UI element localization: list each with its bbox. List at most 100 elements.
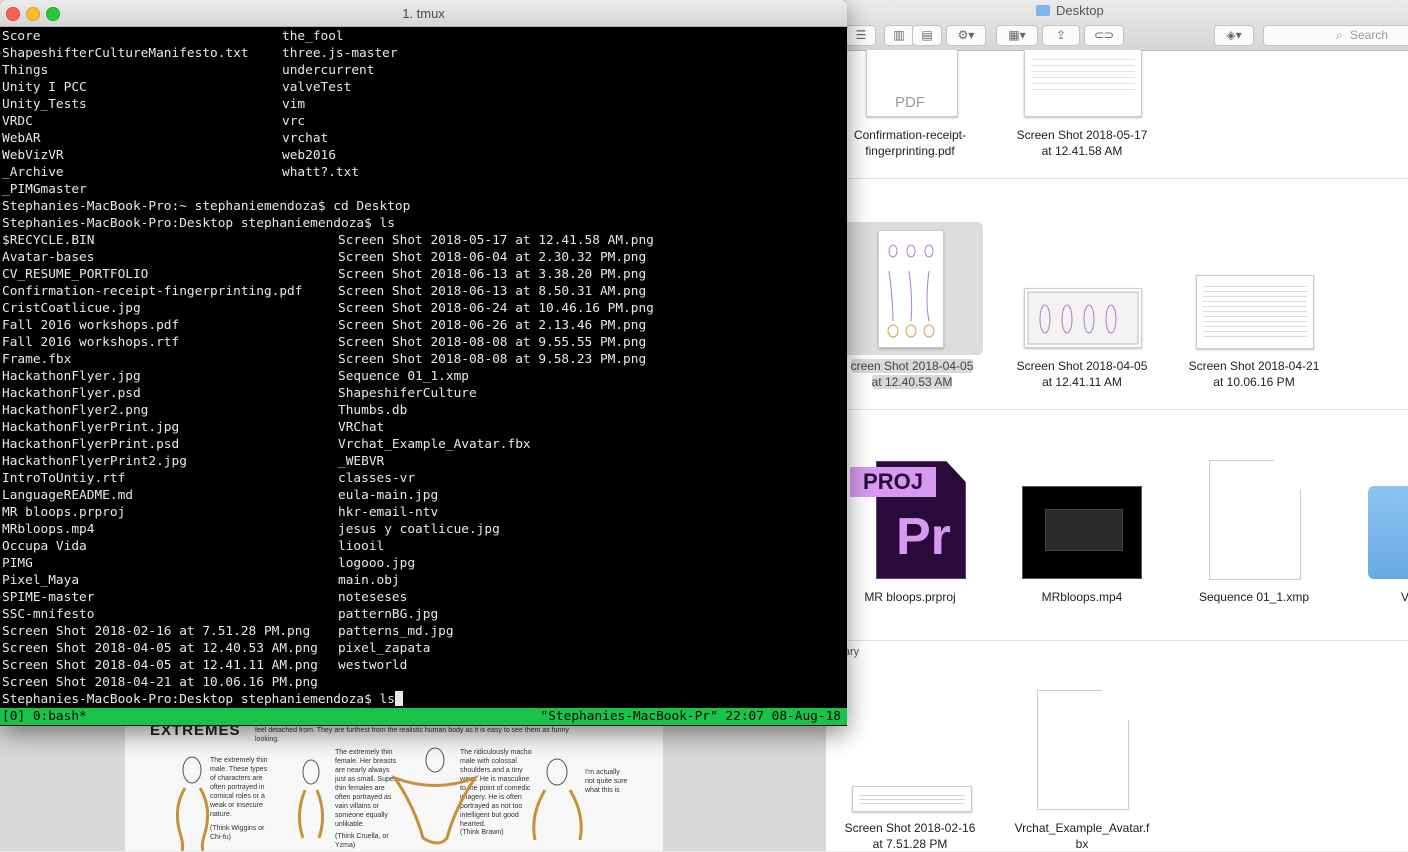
folder-icon <box>1036 5 1050 16</box>
listing-entry: Screen Shot 2018-06-24 at 10.46.16 PM.pn… <box>338 301 654 316</box>
tag-button[interactable]: ⊂⊃ <box>1084 25 1124 46</box>
video-thumbnail[interactable] <box>1022 486 1142 579</box>
dropbox-button[interactable]: ◈▾ <box>1214 25 1254 46</box>
listing-entry: LanguageREADME.md <box>2 488 133 503</box>
terminal-line: MRbloops.mp4 jesus y coatlicue.jpg <box>2 521 847 538</box>
listing-entry: whatt?.txt <box>282 165 360 180</box>
terminal-line: PIMG logooo.jpg <box>2 555 847 572</box>
figures-preview <box>1027 291 1139 345</box>
terminal-line: CristCoatlicue.jpg Screen Shot 2018-06-24… <box>2 300 847 317</box>
listing-entry: vrc <box>282 114 306 129</box>
screenshot-thumbnail[interactable] <box>1024 50 1142 117</box>
file-label[interactable]: Vrchat_Example_Avatar.f bx <box>1002 820 1162 852</box>
group-menu-button[interactable]: ▦▾ <box>996 25 1038 46</box>
terminal-line: Unity I PCC valveTest <box>2 79 847 96</box>
terminal-prompt-line[interactable]: Stephanies-MacBook-Pro:Desktop stephanie… <box>2 691 847 708</box>
terminal-titlebar[interactable]: 1. tmux <box>0 0 847 27</box>
tmux-window-list[interactable]: [0] 0:bash* <box>2 708 87 725</box>
share-button[interactable]: ⇪ <box>1042 25 1080 46</box>
listing-entry: noteseses <box>338 590 408 605</box>
listing-entry: HackathonFlyerPrint.jpg <box>2 420 180 435</box>
listing-entry: Thumbs.db <box>338 403 408 418</box>
file-label[interactable]: MRbloops.mp4 <box>1002 589 1162 605</box>
listing-entry: Avatar-bases <box>2 250 95 265</box>
listing-entry: eula-main.jpg <box>338 488 439 503</box>
terminal-line: $RECYCLE.BIN Screen Shot 2018-05-17 at 12… <box>2 232 847 249</box>
finder-toolbar: Desktop ☰ ▥ ▤ ⚙▾ ▦▾ ⇪ ⊂⊃ ◈▾ ⌕ Search <box>826 0 1408 51</box>
terminal-title: 1. tmux <box>402 6 445 21</box>
terminal-line: _PIMGmaster <box>2 181 847 198</box>
listing-entry: undercurrent <box>282 63 375 78</box>
screenshot-thumbnail[interactable] <box>1024 288 1142 348</box>
terminal-line: HackathonFlyerPrint2.jpg _WEBVR <box>2 453 847 470</box>
terminal-line: Screen Shot 2018-04-05 at 12.41.11 AM.pn… <box>2 657 847 674</box>
premiere-project-icon[interactable]: PROJ Pr <box>850 461 966 579</box>
listing-entry: patterns_md.jpg <box>338 624 454 639</box>
file-label[interactable]: creen Shot 2018-04-05 at 12.40.53 AM <box>832 358 992 390</box>
blank-document-icon[interactable] <box>1037 690 1129 810</box>
listing-entry: westworld <box>338 658 408 673</box>
screenshot-thumbnail[interactable] <box>878 230 944 348</box>
terminal-line: Fall 2016 workshops.pdf Screen Shot 2018-… <box>2 317 847 334</box>
listing-entry: Confirmation-receipt-fingerprinting.pdf <box>2 284 303 299</box>
terminal-line: VRDC vrc <box>2 113 847 130</box>
listing-entry: vim <box>282 97 306 112</box>
folder-icon[interactable] <box>1368 486 1408 579</box>
screenshot-thumbnail[interactable] <box>1196 275 1314 349</box>
listing-entry: Stephanies-MacBook-Pro:Desktop stephanie… <box>2 216 395 231</box>
terminal-line: _Archive whatt?.txt <box>2 164 847 181</box>
tmux-status-bar: [0] 0:bash* "Stephanies-MacBook-Pr" 22:0… <box>0 708 847 725</box>
listing-entry: Screen Shot 2018-02-16 at 7.51.28 PM.png <box>2 624 311 639</box>
section-divider <box>826 409 1408 410</box>
file-label[interactable]: V <box>1330 589 1408 605</box>
character-sheet-preview <box>887 244 935 338</box>
tmux-status-right: "Stephanies-MacBook-Pr" 22:07 08-Aug-18 <box>540 709 841 724</box>
listing-entry: VRChat <box>338 420 385 435</box>
screenshot-thumbnail[interactable] <box>852 786 972 812</box>
file-label[interactable]: Screen Shot 2018-04-05 at 12.41.11 AM <box>1002 358 1162 390</box>
pdf-icon[interactable]: PDF <box>866 50 958 117</box>
listing-entry: Fall 2016 workshops.rtf <box>2 335 180 350</box>
listing-entry: WebVizVR <box>2 148 64 163</box>
listing-entry: Unity I PCC <box>2 80 87 95</box>
terminal-line: Occupa Vida liooil <box>2 538 847 555</box>
file-label[interactable]: Sequence 01_1.xmp <box>1174 589 1334 605</box>
listing-entry: Screen Shot 2018-06-13 at 3.38.20 PM.png <box>338 267 647 282</box>
list-view-button[interactable]: ☰ <box>846 25 876 46</box>
file-label[interactable]: Screen Shot 2018-02-16 at 7.51.28 PM <box>830 820 990 852</box>
listing-entry: _WEBVR <box>338 454 385 469</box>
terminal-line: Pixel_Maya main.obj <box>2 572 847 589</box>
terminal-line: Confirmation-receipt-fingerprinting.pdf S… <box>2 283 847 300</box>
terminal-line: HackathonFlyer.jpg Sequence 01_1.xmp <box>2 368 847 385</box>
listing-entry: Screen Shot 2018-04-05 at 12.41.11 AM.pn… <box>2 658 318 673</box>
listing-entry: HackathonFlyer2.png <box>2 403 149 418</box>
terminal-line: Unity_Tests vim <box>2 96 847 113</box>
column-view-button[interactable]: ▥ <box>884 25 914 46</box>
listing-entry: valveTest <box>282 80 352 95</box>
terminal-line: CV_RESUME_PORTFOLIO Screen Shot 2018-06-1… <box>2 266 847 283</box>
file-label[interactable]: MR bloops.prproj <box>830 589 990 605</box>
action-menu-button[interactable]: ⚙▾ <box>946 25 986 46</box>
text-cursor <box>394 691 403 706</box>
listing-entry: classes-vr <box>338 471 416 486</box>
terminal-output[interactable]: Score the_fool ShapeshifterCultureManifest… <box>2 28 847 708</box>
listing-entry: HackathonFlyerPrint2.jpg <box>2 454 187 469</box>
listing-entry: Screen Shot 2018-06-13 at 8.50.31 AM.png <box>338 284 647 299</box>
listing-entry: _PIMGmaster <box>2 182 87 197</box>
terminal-window[interactable]: 1. tmux Score the_fool ShapeshifterCulture… <box>0 0 847 726</box>
listing-entry: HackathonFlyer.jpg <box>2 369 141 384</box>
listing-entry: Screen Shot 2018-08-08 at 9.55.55 PM.png <box>338 335 647 350</box>
file-label[interactable]: Screen Shot 2018-05-17 at 12.41.58 AM <box>1002 127 1162 159</box>
listing-entry: main.obj <box>338 573 400 588</box>
gallery-view-button[interactable]: ▤ <box>912 25 942 46</box>
terminal-line: Stephanies-MacBook-Pro:Desktop stephanie… <box>2 215 847 232</box>
listing-entry: Screen Shot 2018-06-04 at 2.30.32 PM.png <box>338 250 647 265</box>
file-label[interactable]: Confirmation-receipt-fingerprinting.pdf <box>830 127 990 159</box>
terminal-line: HackathonFlyerPrint.psd Vrchat_Example_Av… <box>2 436 847 453</box>
listing-entry: $RECYCLE.BIN <box>2 233 95 248</box>
listing-entry: Occupa Vida <box>2 539 87 554</box>
blank-document-icon[interactable] <box>1209 460 1301 580</box>
file-label[interactable]: Screen Shot 2018-04-21 at 10.06.16 PM <box>1174 358 1334 390</box>
terminal-line: Fall 2016 workshops.rtf Screen Shot 2018-… <box>2 334 847 351</box>
listing-entry: Stephanies-MacBook-Pro:~ stephaniemendoz… <box>2 199 411 214</box>
